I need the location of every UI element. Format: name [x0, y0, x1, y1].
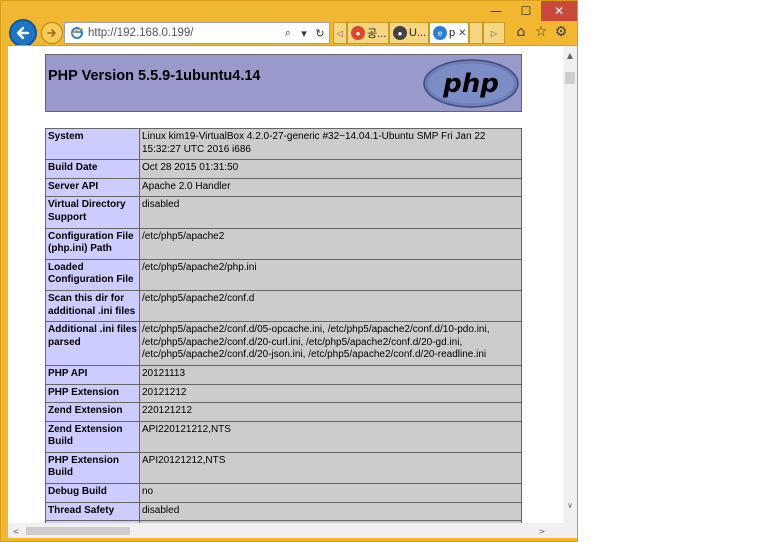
- tab-1-favicon-icon: ●: [351, 26, 365, 40]
- tab-2[interactable]: ● U...: [389, 22, 429, 44]
- tab-scroll-left-button[interactable]: ◁: [333, 22, 347, 44]
- row-value: no: [139, 483, 522, 503]
- row-value: Oct 28 2015 01:31:50: [139, 159, 522, 179]
- row-value: Linux kim19-VirtualBox 4.2.0-27-generic …: [139, 127, 522, 161]
- table-row: Build Date Oct 28 2015 01:31:50: [45, 159, 522, 179]
- table-row: Server API Apache 2.0 Handler: [45, 177, 522, 198]
- row-value: disabled: [139, 501, 522, 522]
- back-arrow-icon: [16, 26, 30, 40]
- php-info-table: System Linux kim19-VirtualBox 4.2.0-27-ge…: [45, 127, 522, 538]
- scroll-down-button[interactable]: ∨: [563, 498, 577, 512]
- table-row: System Linux kim19-VirtualBox 4.2.0-27-ge…: [45, 127, 522, 161]
- scrollbar-corner: [563, 523, 577, 538]
- php-logo-icon: php: [423, 59, 519, 108]
- row-key: Additional .ini files parsed: [45, 321, 140, 366]
- php-logo-text: php: [442, 69, 499, 99]
- row-value: 20121212: [139, 383, 522, 404]
- new-tab-button[interactable]: [469, 22, 483, 44]
- vertical-scrollbar[interactable]: ▲ ∨: [563, 46, 577, 523]
- table-row: PHP API 20121113: [45, 364, 522, 385]
- scroll-up-button[interactable]: ▲: [563, 48, 577, 62]
- tab-1-label: 공...: [367, 28, 387, 40]
- table-row: Debug Build no: [45, 483, 522, 503]
- home-icon[interactable]: ⌂: [512, 23, 530, 41]
- php-version-title: PHP Version 5.5.9-1ubuntu4.14: [48, 68, 261, 84]
- vertical-scroll-thumb[interactable]: [565, 72, 575, 84]
- row-key: Zend Extension Build: [45, 420, 140, 453]
- table-row: PHP Extension Build API20121212,NTS: [45, 451, 522, 485]
- tab-2-label: U...: [409, 27, 427, 39]
- row-key: System: [45, 127, 140, 161]
- ie-page-icon: [68, 24, 86, 42]
- row-key: Debug Build: [45, 483, 140, 503]
- tab-2-person-icon: ●: [393, 26, 407, 40]
- table-row: Configuration File (php.ini) Path/etc/ph…: [45, 227, 522, 260]
- row-key: Scan this dir for additional .ini files: [45, 289, 140, 323]
- tab-3-active[interactable]: e p ✕: [429, 22, 469, 44]
- table-row: PHP Extension 20121212: [45, 383, 522, 404]
- maximize-button[interactable]: ☐: [511, 1, 541, 21]
- forward-arrow-icon: [47, 29, 56, 37]
- refresh-icon[interactable]: ↻: [313, 24, 327, 42]
- row-key: Server API: [45, 177, 140, 198]
- horizontal-scrollbar[interactable]: < >: [8, 523, 563, 538]
- row-key: Thread Safety: [45, 501, 140, 522]
- table-row: Scan this dir for additional .ini files /…: [45, 289, 522, 323]
- scroll-right-button[interactable]: >: [534, 523, 550, 538]
- table-row: Additional .ini files parsed/etc/php5/ap…: [45, 321, 522, 366]
- row-value: Apache 2.0 Handler: [139, 177, 522, 198]
- row-value: disabled: [139, 196, 522, 229]
- table-row: Loaded Configuration File/etc/php5/apach…: [45, 258, 522, 291]
- row-key: Virtual Directory Support: [45, 196, 140, 229]
- php-header: PHP Version 5.5.9-1ubuntu4.14 php: [45, 54, 522, 112]
- scroll-left-button[interactable]: <: [8, 523, 24, 538]
- row-key: Build Date: [45, 159, 140, 179]
- minimize-button[interactable]: —: [481, 1, 511, 21]
- table-row: Zend Extension 220121212: [45, 402, 522, 422]
- tab-close-icon[interactable]: ✕: [458, 28, 466, 39]
- row-key: PHP API: [45, 364, 140, 385]
- table-row: Zend Extension Build API220121212,NTS: [45, 420, 522, 453]
- tab-3-label: p: [449, 27, 456, 39]
- row-key: Zend Extension: [45, 402, 140, 422]
- horizontal-scroll-thumb[interactable]: [26, 527, 130, 535]
- favorites-star-icon[interactable]: ☆: [532, 23, 550, 41]
- row-value: API220121212,NTS: [139, 420, 522, 453]
- url-text[interactable]: http://192.168.0.199/: [88, 27, 281, 39]
- dropdown-icon[interactable]: ▾: [297, 24, 311, 42]
- tab-scroll-right-button[interactable]: ▷: [483, 22, 505, 44]
- row-key: Loaded Configuration File: [45, 258, 140, 291]
- browser-window: — ☐ ✕ http://192.168.0.199/ ⌕ ▾ ↻ ◁ ● 공.…: [0, 0, 578, 542]
- row-value: 20121113: [139, 364, 522, 385]
- tab-1[interactable]: ● 공...: [347, 22, 389, 44]
- page-viewport: PHP Version 5.5.9-1ubuntu4.14 php System…: [8, 45, 577, 538]
- address-bar[interactable]: http://192.168.0.199/ ⌕ ▾ ↻: [64, 22, 330, 44]
- row-value: /etc/php5/apache2: [139, 227, 522, 260]
- row-value: /etc/php5/apache2/php.ini: [139, 258, 522, 291]
- row-value: /etc/php5/apache2/conf.d: [139, 289, 522, 323]
- row-key: Configuration File (php.ini) Path: [45, 227, 140, 260]
- search-icon[interactable]: ⌕: [281, 24, 295, 42]
- row-key: PHP Extension Build: [45, 451, 140, 485]
- back-button[interactable]: [9, 19, 37, 47]
- close-window-button[interactable]: ✕: [541, 1, 577, 21]
- table-row: Thread Safety disabled: [45, 501, 522, 522]
- forward-button[interactable]: [41, 22, 63, 44]
- gear-icon[interactable]: ⚙: [552, 23, 570, 41]
- row-value: 220121212: [139, 402, 522, 422]
- phpinfo-content: PHP Version 5.5.9-1ubuntu4.14 php System…: [45, 54, 523, 538]
- row-value: /etc/php5/apache2/conf.d/05-opcache.ini,…: [139, 321, 522, 366]
- tab-3-ie-icon: e: [433, 26, 447, 40]
- desktop-background: [578, 0, 764, 542]
- table-row: Virtual Directory Support disabled: [45, 196, 522, 229]
- row-key: PHP Extension: [45, 383, 140, 404]
- row-value: API20121212,NTS: [139, 451, 522, 485]
